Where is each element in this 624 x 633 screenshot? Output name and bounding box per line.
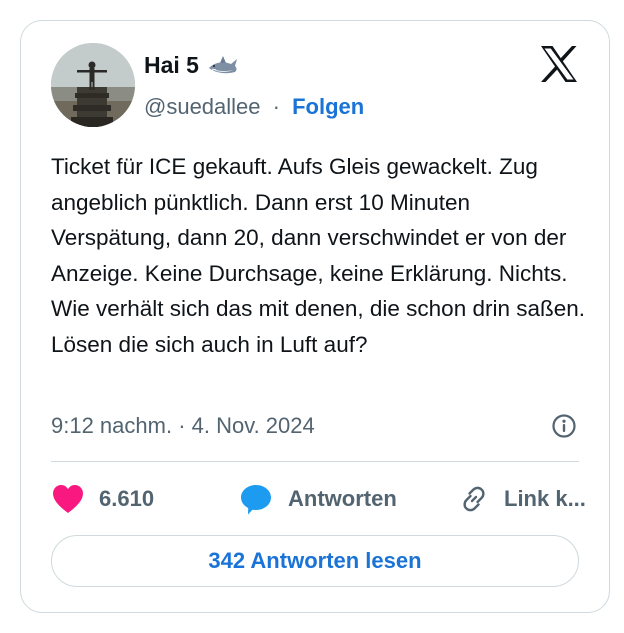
like-button[interactable]: 6.610 [51, 479, 154, 519]
info-icon[interactable] [551, 413, 577, 439]
speech-bubble-icon [241, 485, 271, 515]
avatar[interactable] [51, 43, 135, 127]
shark-icon [208, 56, 237, 74]
heart-icon [53, 485, 83, 513]
author-handle[interactable]: @suedallee [144, 94, 261, 119]
tweet-card: Hai 5 @suedallee · Folgen Ticket für ICE… [20, 20, 610, 613]
tweet-text: Ticket für ICE gekauft. Aufs Gleis gewac… [51, 154, 586, 357]
like-count: 6.610 [99, 486, 155, 511]
handle-separator: · [272, 94, 280, 119]
author-name[interactable]: Hai 5 [144, 51, 199, 79]
action-bar: 6.610 Antworten Link k... [51, 479, 591, 519]
reply-button[interactable]: Antworten [238, 479, 397, 519]
tweet-timestamp[interactable]: 9:12 nachm. · 4. Nov. 2024 [51, 412, 315, 440]
divider [51, 461, 579, 462]
copy-link-button[interactable]: Link k... [458, 479, 586, 519]
reply-label: Antworten [288, 486, 397, 511]
avatar-image [51, 43, 135, 127]
author-name-row[interactable]: Hai 5 [144, 51, 239, 79]
handle-row: @suedallee · Folgen [144, 93, 364, 121]
follow-button[interactable]: Folgen [292, 94, 364, 119]
read-replies-button[interactable]: 342 Antworten lesen [51, 535, 579, 587]
x-logo-icon[interactable] [539, 45, 579, 83]
link-label: Link k... [504, 486, 586, 511]
read-replies-label: 342 Antworten lesen [208, 548, 422, 573]
link-icon [463, 486, 485, 512]
